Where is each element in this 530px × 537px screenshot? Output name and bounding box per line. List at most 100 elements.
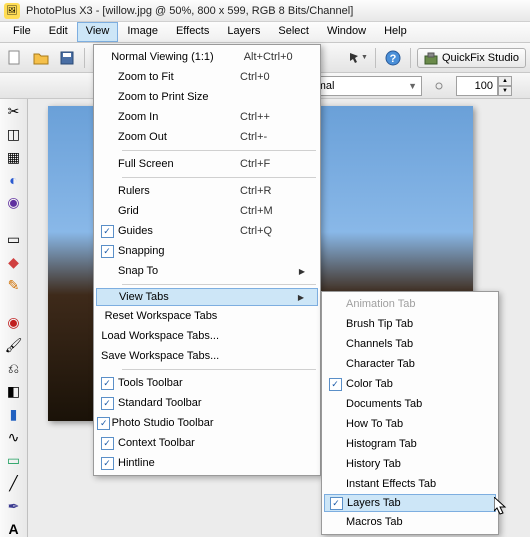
quickfix-label: QuickFix Studio [442,52,519,64]
window-title: PhotoPlus X3 - [willow.jpg @ 50%, 800 x … [26,5,353,17]
menu-view[interactable]: View [77,22,119,42]
titlebar: 🖼 PhotoPlus X3 - [willow.jpg @ 50%, 800 … [0,0,530,22]
menu-character-tab[interactable]: Character Tab [324,354,496,374]
menu-window[interactable]: Window [318,22,375,42]
check-icon: ✓ [101,437,114,450]
smudge-tool[interactable]: ∿ [4,429,24,446]
menu-instant-effects-tab[interactable]: Instant Effects Tab [324,474,496,494]
opacity-value: 100 [475,80,493,92]
check-icon: ✓ [101,225,114,238]
menu-image[interactable]: Image [118,22,167,42]
view-tabs-submenu: Animation Tab Brush Tip Tab Channels Tab… [321,291,499,535]
menu-animation-tab[interactable]: Animation Tab [324,294,496,314]
menu-save-tabs[interactable]: Save Workspace Tabs... [96,346,318,366]
menu-howto-tab[interactable]: How To Tab [324,414,496,434]
link-icon[interactable] [428,75,450,97]
redeye-tool[interactable]: ◉ [4,314,24,331]
menu-help[interactable]: Help [375,22,416,42]
menu-brush-tip-tab[interactable]: Brush Tip Tab [324,314,496,334]
svg-text:?: ? [390,53,397,65]
menu-photo-studio-toolbar[interactable]: ✓Photo Studio Toolbar [96,413,318,433]
menu-hintline[interactable]: ✓Hintline [96,453,318,473]
separator [84,48,85,68]
menu-snapping[interactable]: ✓Snapping [96,241,318,261]
menu-normal-viewing[interactable]: Normal Viewing (1:1)Alt+Ctrl+0 [96,47,318,67]
menu-layers-tab[interactable]: ✓Layers Tab [324,494,496,512]
separator [375,48,376,68]
check-icon: ✓ [101,457,114,470]
color-select-tool[interactable]: ◆ [4,254,24,271]
menu-channels-tab[interactable]: Channels Tab [324,334,496,354]
selection-tool[interactable]: ▦ [4,149,24,166]
menu-zoom-out[interactable]: Zoom OutCtrl+- [96,127,318,147]
submenu-arrow-icon: ▶ [295,293,307,302]
adjust-tool[interactable]: ◐ [4,172,24,188]
menubar: File Edit View Image Effects Layers Sele… [0,22,530,43]
menu-effects[interactable]: Effects [167,22,218,42]
menu-separator [122,177,316,178]
menu-color-tab[interactable]: ✓Color Tab [324,374,496,394]
text-tool[interactable]: A [4,521,24,537]
quickfix-studio-button[interactable]: QuickFix Studio [417,48,526,68]
menu-guides[interactable]: ✓GuidesCtrl+Q [96,221,318,241]
view-menu: Normal Viewing (1:1)Alt+Ctrl+0 Zoom to F… [93,44,321,476]
menu-tools-toolbar[interactable]: ✓Tools Toolbar [96,373,318,393]
quickfix-icon [424,51,438,65]
fill-tool[interactable]: ▮ [4,406,24,423]
pen-tool[interactable]: ✒ [4,498,24,515]
brush-tool[interactable]: 🖌 [4,337,24,354]
shape-tool[interactable]: ▭ [4,452,24,469]
menu-file[interactable]: File [4,22,40,42]
menu-zoom-to-print[interactable]: Zoom to Print Size [96,87,318,107]
app-icon: 🖼 [4,3,20,19]
clone-tool[interactable]: ⎌ [4,360,24,377]
menu-view-tabs[interactable]: View Tabs▶ [96,288,318,306]
menu-documents-tab[interactable]: Documents Tab [324,394,496,414]
save-button[interactable] [56,47,78,69]
menu-layers[interactable]: Layers [218,22,269,42]
menu-history-tab[interactable]: History Tab [324,454,496,474]
open-button[interactable] [30,47,52,69]
chevron-down-icon: ▼ [408,81,417,91]
menu-macros-tab[interactable]: Macros Tab [324,512,496,532]
menu-rulers[interactable]: RulersCtrl+R [96,181,318,201]
spin-down-icon[interactable]: ▼ [498,86,512,96]
menu-snap-to[interactable]: Snap To▶ [96,261,318,281]
new-button[interactable] [4,47,26,69]
check-icon: ✓ [329,378,342,391]
menu-separator [122,369,316,370]
menu-context-toolbar[interactable]: ✓Context Toolbar [96,433,318,453]
menu-zoom-in[interactable]: Zoom InCtrl++ [96,107,318,127]
help-icon[interactable]: ? [382,47,404,69]
menu-reset-tabs[interactable]: Reset Workspace Tabs [96,306,318,326]
check-icon: ✓ [97,417,110,430]
menu-histogram-tab[interactable]: Histogram Tab [324,434,496,454]
menu-select[interactable]: Select [269,22,318,42]
menu-zoom-to-fit[interactable]: Zoom to FitCtrl+0 [96,67,318,87]
menu-edit[interactable]: Edit [40,22,77,42]
check-icon: ✓ [101,245,114,258]
mouse-cursor-icon [494,497,510,517]
tools-toolbar: ✂ ◫ ▦ ◐ ◉ ▭ ◆ ✎ ◉ 🖌 ⎌ ◧ ▮ ∿ ▭ ╱ ✒ A [0,99,28,537]
marquee-tool[interactable]: ▭ [4,231,24,248]
line-tool[interactable]: ╱ [4,475,24,492]
submenu-arrow-icon: ▶ [296,267,308,276]
opacity-spinner[interactable]: 100 ▲▼ [456,76,512,96]
menu-load-tabs[interactable]: Load Workspace Tabs... [96,326,318,346]
deform-tool[interactable]: ◫ [4,126,24,143]
spin-up-icon[interactable]: ▲ [498,76,512,86]
eraser-tool[interactable]: ◧ [4,383,24,400]
menu-grid[interactable]: GridCtrl+M [96,201,318,221]
text-edit-tool[interactable]: ✎ [4,277,24,294]
menu-standard-toolbar[interactable]: ✓Standard Toolbar [96,393,318,413]
menu-separator [122,284,316,285]
menu-full-screen[interactable]: Full ScreenCtrl+F [96,154,318,174]
check-icon: ✓ [101,377,114,390]
crop-tool[interactable]: ✂ [4,103,24,120]
check-icon: ✓ [101,397,114,410]
pointer-icon[interactable]: ▼ [347,47,369,69]
menu-separator [122,150,316,151]
check-icon: ✓ [330,497,343,510]
separator [410,48,411,68]
effect-tool[interactable]: ◉ [4,194,24,211]
